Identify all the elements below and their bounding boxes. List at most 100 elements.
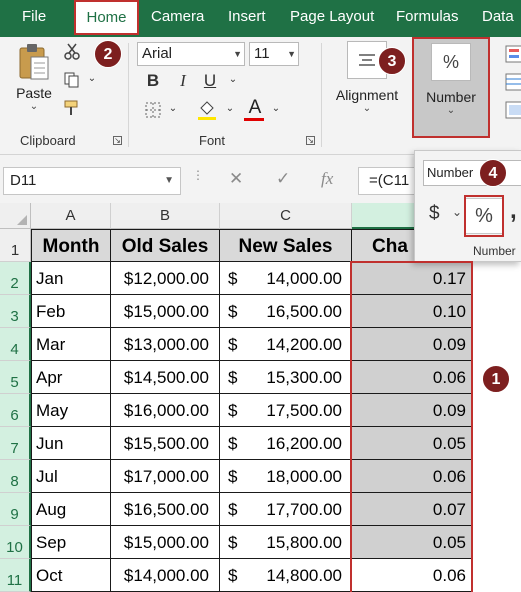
- cell-old-sales[interactable]: $14,000.00: [111, 559, 220, 592]
- selection-highlight: [350, 261, 473, 592]
- currency-symbol: $: [228, 335, 238, 354]
- underline-button[interactable]: U: [201, 71, 219, 93]
- format-painter-icon[interactable]: [62, 99, 82, 119]
- callout-4: 4: [479, 159, 507, 187]
- copy-icon[interactable]: [62, 71, 82, 91]
- header-cell-month[interactable]: Month: [31, 229, 111, 262]
- format-as-table-icon[interactable]: [505, 73, 521, 91]
- clipboard-launcher-icon[interactable]: ↘: [113, 136, 122, 145]
- cell-new-sales[interactable]: $17,700.00: [220, 493, 352, 526]
- fill-color-chevron-icon[interactable]: ⌄: [224, 103, 236, 117]
- row-header[interactable]: 5: [0, 361, 31, 394]
- comma-style-button[interactable]: ,: [510, 197, 517, 225]
- font-color-glyph: A: [248, 97, 262, 118]
- italic-button[interactable]: I: [174, 71, 192, 93]
- cell-month[interactable]: Mar: [31, 328, 111, 361]
- cell-month[interactable]: Oct: [31, 559, 111, 592]
- menu-file[interactable]: File: [22, 0, 46, 37]
- underline-chevron-icon[interactable]: ⌄: [227, 74, 239, 88]
- menu-camera[interactable]: Camera: [151, 0, 204, 37]
- cell-new-sales[interactable]: $14,000.00: [220, 262, 352, 295]
- insert-function-icon[interactable]: fx: [321, 169, 333, 189]
- cancel-icon[interactable]: ✕: [229, 169, 243, 189]
- formula-bar-grip-icon[interactable]: ⋮: [192, 169, 204, 189]
- cell-new-sales[interactable]: $16,200.00: [220, 427, 352, 460]
- cell-old-sales[interactable]: $15,000.00: [111, 526, 220, 559]
- copy-chevron-icon[interactable]: ⌄: [86, 73, 98, 87]
- column-header-a[interactable]: A: [31, 203, 111, 229]
- cell-old-sales[interactable]: $12,000.00: [111, 262, 220, 295]
- menu-formulas[interactable]: Formulas: [396, 0, 459, 37]
- name-box[interactable]: D11 ▼: [3, 167, 181, 195]
- menu-home[interactable]: Home: [74, 0, 139, 35]
- cell-month[interactable]: Jan: [31, 262, 111, 295]
- font-color-chevron-icon[interactable]: ⌄: [270, 103, 282, 117]
- cell-month[interactable]: May: [31, 394, 111, 427]
- alignment-label: Alignment: [335, 87, 399, 103]
- select-all-corner[interactable]: [0, 203, 31, 229]
- new-sales-amount: 15,800.00: [266, 533, 342, 552]
- header-cell-new-sales[interactable]: New Sales: [220, 229, 352, 262]
- row-header[interactable]: 11: [0, 559, 31, 592]
- row-header[interactable]: 4: [0, 328, 31, 361]
- cell-month[interactable]: Jul: [31, 460, 111, 493]
- paste-icon: [19, 44, 49, 80]
- borders-chevron-icon[interactable]: ⌄: [167, 103, 179, 117]
- cell-new-sales[interactable]: $14,800.00: [220, 559, 352, 592]
- name-box-value: D11: [10, 172, 37, 189]
- column-header-b[interactable]: B: [111, 203, 220, 229]
- cell-old-sales[interactable]: $13,000.00: [111, 328, 220, 361]
- font-launcher-icon[interactable]: ↘: [306, 136, 315, 145]
- currency-symbol: $: [228, 467, 238, 486]
- cell-month[interactable]: Feb: [31, 295, 111, 328]
- cut-icon[interactable]: [62, 43, 82, 63]
- cell-new-sales[interactable]: $16,500.00: [220, 295, 352, 328]
- row-header[interactable]: 8: [0, 460, 31, 493]
- cell-new-sales[interactable]: $15,800.00: [220, 526, 352, 559]
- row-header[interactable]: 3: [0, 295, 31, 328]
- cell-old-sales[interactable]: $14,500.00: [111, 361, 220, 394]
- bold-button[interactable]: B: [144, 71, 162, 93]
- font-group-label: Font: [199, 133, 226, 148]
- paste-button[interactable]: Paste ⌄: [10, 43, 58, 112]
- callout-2: 2: [94, 40, 122, 68]
- cell-old-sales[interactable]: $15,000.00: [111, 295, 220, 328]
- row-header[interactable]: 9: [0, 493, 31, 526]
- row-header[interactable]: 6: [0, 394, 31, 427]
- currency-symbol: $: [228, 533, 238, 552]
- conditional-formatting-icon[interactable]: [505, 45, 521, 63]
- cell-month[interactable]: Aug: [31, 493, 111, 526]
- cell-old-sales[interactable]: $17,000.00: [111, 460, 220, 493]
- cell-old-sales[interactable]: $16,500.00: [111, 493, 220, 526]
- alignment-chevron-icon: ⌄: [362, 103, 372, 114]
- new-sales-amount: 16,500.00: [266, 302, 342, 321]
- cell-new-sales[interactable]: $17,500.00: [220, 394, 352, 427]
- cell-month[interactable]: Apr: [31, 361, 111, 394]
- fill-color-icon[interactable]: [196, 99, 218, 123]
- cell-month[interactable]: Jun: [31, 427, 111, 460]
- column-header-c[interactable]: C: [220, 203, 352, 229]
- cell-styles-icon[interactable]: [505, 101, 521, 119]
- borders-icon[interactable]: [143, 101, 163, 121]
- menu-data[interactable]: Data: [482, 0, 514, 37]
- cell-month[interactable]: Sep: [31, 526, 111, 559]
- cell-new-sales[interactable]: $14,200.00: [220, 328, 352, 361]
- cell-old-sales[interactable]: $15,500.00: [111, 427, 220, 460]
- cell-new-sales[interactable]: $15,300.00: [220, 361, 352, 394]
- row-header[interactable]: 1: [0, 229, 31, 262]
- number-button-highlight: [412, 37, 490, 138]
- menu-page-layout[interactable]: Page Layout: [290, 0, 374, 37]
- row-header[interactable]: 10: [0, 526, 31, 559]
- row-header[interactable]: 2: [0, 262, 31, 295]
- header-cell-old-sales[interactable]: Old Sales: [111, 229, 220, 262]
- font-color-button[interactable]: A: [244, 97, 266, 123]
- menu-insert[interactable]: Insert: [228, 0, 266, 37]
- enter-icon[interactable]: ✓: [276, 169, 290, 189]
- cell-old-sales[interactable]: $16,000.00: [111, 394, 220, 427]
- row-header[interactable]: 7: [0, 427, 31, 460]
- currency-format-button[interactable]: $: [429, 203, 440, 225]
- font-size-combo[interactable]: 11 ▼: [249, 42, 299, 66]
- font-name-combo[interactable]: Arial ▼: [137, 42, 245, 66]
- cell-new-sales[interactable]: $18,000.00: [220, 460, 352, 493]
- currency-format-chevron-icon[interactable]: ⌄: [452, 205, 462, 219]
